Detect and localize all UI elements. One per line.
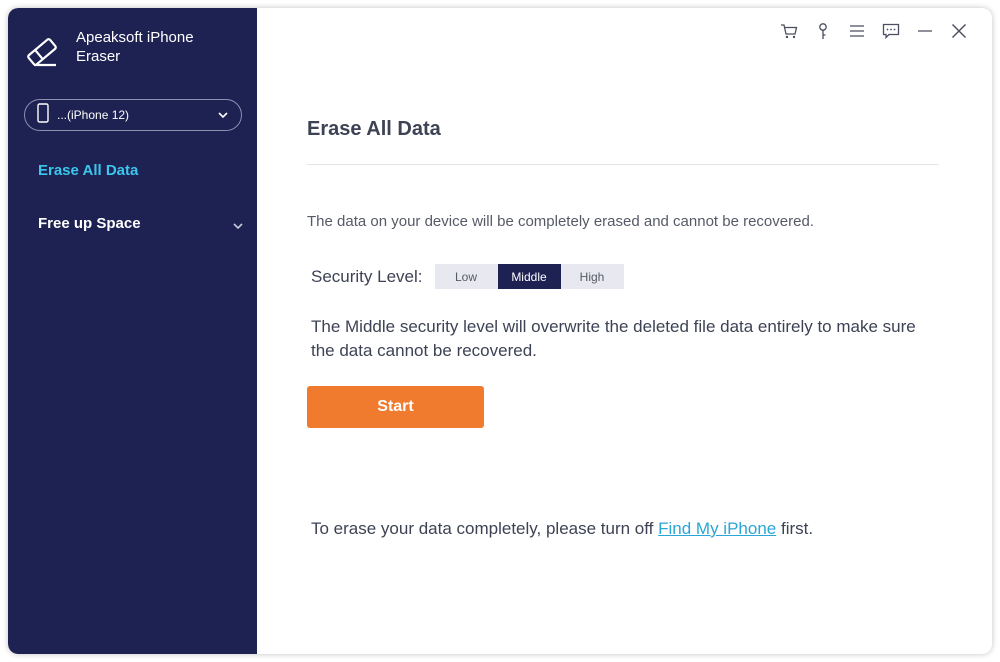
erase-description: The data on your device will be complete… (307, 213, 814, 230)
note-suffix: first. (776, 519, 814, 538)
start-button[interactable]: Start (307, 386, 484, 428)
page-title: Erase All Data (307, 118, 441, 140)
phone-icon (37, 102, 49, 128)
security-level-selector: Low Middle High (434, 264, 624, 289)
app-name: Apeaksoft iPhone Eraser (76, 29, 194, 65)
security-level-row: Security Level: Low Middle High (311, 264, 624, 289)
sidebar-item-erase-all-data[interactable]: Erase All Data (38, 162, 138, 179)
find-my-iphone-link[interactable]: Find My iPhone (658, 519, 776, 538)
brand: Apeaksoft iPhone Eraser (24, 28, 216, 75)
note-prefix: To erase your data completely, please tu… (311, 519, 659, 538)
device-select[interactable]: ...(iPhone 12) (24, 99, 242, 131)
eraser-icon (24, 28, 60, 75)
sidebar-item-free-up-space[interactable]: Free up Space (38, 215, 248, 232)
security-option-low[interactable]: Low (434, 264, 498, 289)
sidebar: Apeaksoft iPhone Eraser ...(iPhone 12) E… (8, 8, 257, 654)
security-option-middle[interactable]: Middle (497, 264, 561, 289)
security-option-high[interactable]: High (560, 264, 624, 289)
security-level-label: Security Level: (311, 266, 423, 286)
security-level-info: The Middle security level will overwrite… (311, 317, 916, 360)
device-label: ...(iPhone 12) (57, 108, 130, 122)
app-window: Apeaksoft iPhone Eraser ...(iPhone 12) E… (8, 8, 992, 654)
divider (307, 164, 939, 165)
main-panel: Erase All Data The data on your device w… (257, 8, 992, 654)
find-my-iphone-note: To erase your data completely, please tu… (311, 519, 813, 539)
